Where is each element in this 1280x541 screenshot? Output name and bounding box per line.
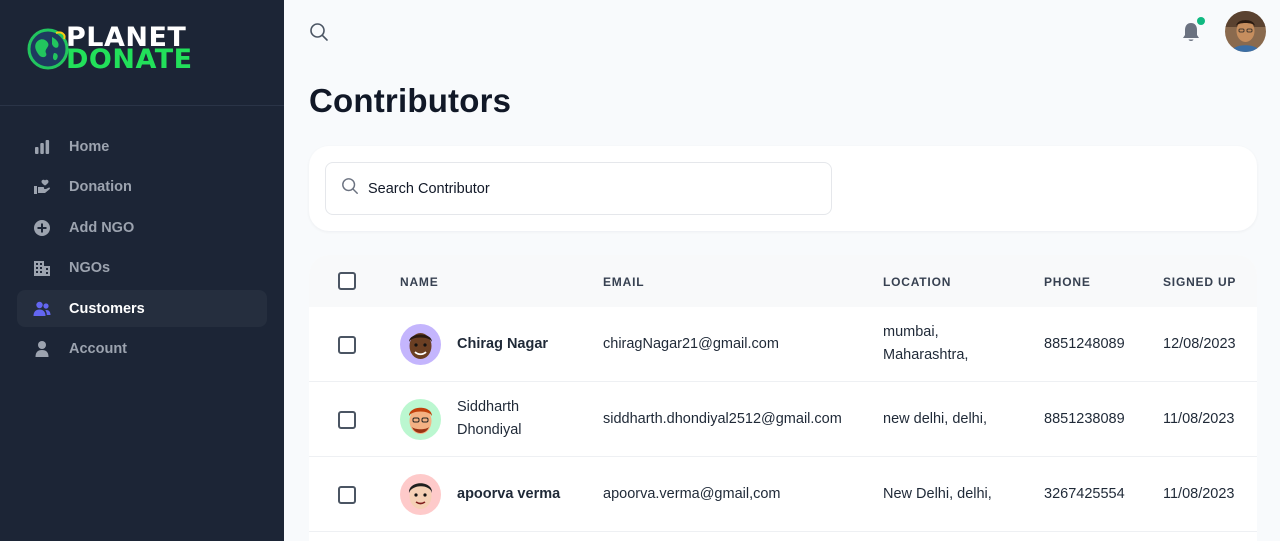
building-icon: [33, 259, 51, 277]
plus-circle-icon: [33, 219, 51, 237]
sidebar-divider: [0, 105, 284, 106]
table-row[interactable]: Siddharth Dhondiyal siddharth.dhondiyal2…: [309, 382, 1257, 457]
sidebar-item-home[interactable]: Home: [17, 128, 267, 165]
column-header-phone[interactable]: PHONE: [1044, 275, 1091, 289]
contributor-phone: 8851248089: [1044, 336, 1125, 352]
sidebar: PLANET DONATE Home Donation Add NGO NGOs…: [0, 0, 284, 541]
table-row[interactable]: apoorva verma apoorva.verma@gmail,com Ne…: [309, 457, 1257, 532]
sidebar-item-ngos[interactable]: NGOs: [17, 250, 267, 287]
sidebar-item-label: Donation: [69, 179, 132, 195]
avatar: [400, 474, 441, 515]
table-row[interactable]: Chirag Nagar chiragNagar21@gmail.com mum…: [309, 307, 1257, 382]
column-header-email[interactable]: EMAIL: [603, 275, 644, 289]
planet-donate-logo[interactable]: PLANET DONATE: [26, 24, 197, 74]
contributor-email: siddharth.dhondiyal2512@gmail.com: [603, 411, 842, 427]
contributor-location: new delhi, delhi,: [883, 411, 987, 427]
contributor-signed-up: 12/08/2023: [1163, 336, 1236, 352]
search-icon: [341, 177, 359, 200]
row-checkbox[interactable]: [338, 336, 356, 354]
contributor-phone: 8851238089: [1044, 411, 1125, 427]
contributor-email: apoorva.verma@gmail,com: [603, 486, 781, 502]
search-input[interactable]: [368, 180, 808, 197]
sidebar-item-label: Home: [69, 138, 110, 155]
sidebar-item-donation[interactable]: Donation: [17, 169, 267, 206]
page-title: Contributors: [309, 82, 512, 119]
contributor-email: chiragNagar21@gmail.com: [603, 336, 779, 352]
bar-chart-icon: [33, 138, 51, 156]
sidebar-nav: Home Donation Add NGO NGOs Customers Acc…: [17, 128, 267, 371]
avatar: [400, 399, 441, 440]
hand-heart-icon: [33, 178, 51, 196]
select-all-checkbox[interactable]: [338, 272, 356, 290]
column-header-location[interactable]: LOCATION: [883, 275, 951, 289]
contributor-signed-up: 11/08/2023: [1163, 411, 1235, 427]
sidebar-item-label: NGOs: [69, 260, 111, 276]
column-header-signed-up[interactable]: SIGNED UP: [1163, 275, 1236, 289]
contributor-location: New Delhi, delhi,: [883, 486, 992, 502]
notification-dot: [1197, 17, 1205, 25]
user-avatar[interactable]: [1225, 11, 1266, 52]
search-card: [309, 146, 1257, 231]
sidebar-item-customers[interactable]: Customers: [17, 290, 267, 327]
contributor-phone: 3267425554: [1044, 486, 1125, 502]
sidebar-item-label: Account: [69, 341, 127, 357]
sidebar-item-label: Add NGO: [69, 219, 135, 236]
contributor-signed-up: 11/08/2023: [1163, 486, 1235, 502]
globe-icon: [26, 27, 70, 71]
contributors-table: NAME EMAIL LOCATION PHONE SIGNED UP Chir…: [309, 255, 1257, 541]
avatar: [400, 324, 441, 365]
search-icon[interactable]: [309, 22, 329, 42]
column-header-name[interactable]: NAME: [400, 275, 439, 289]
contributor-location: mumbai, Maharashtra,: [883, 324, 969, 363]
sidebar-item-add-ngo[interactable]: Add NGO: [17, 209, 267, 246]
contributor-name: apoorva verma: [457, 486, 561, 502]
sidebar-item-account[interactable]: Account: [17, 331, 267, 368]
sidebar-item-label: Customers: [69, 300, 145, 317]
user-icon: [33, 340, 51, 358]
row-checkbox[interactable]: [338, 486, 356, 504]
brand-line-2: DONATE: [66, 44, 193, 75]
users-icon: [33, 300, 51, 318]
contributor-search-box[interactable]: [325, 162, 832, 215]
contributor-name: Chirag Nagar: [457, 336, 549, 352]
contributor-name: Siddharth Dhondiyal: [457, 399, 522, 438]
row-checkbox[interactable]: [338, 411, 356, 429]
table-header: NAME EMAIL LOCATION PHONE SIGNED UP: [309, 255, 1257, 307]
